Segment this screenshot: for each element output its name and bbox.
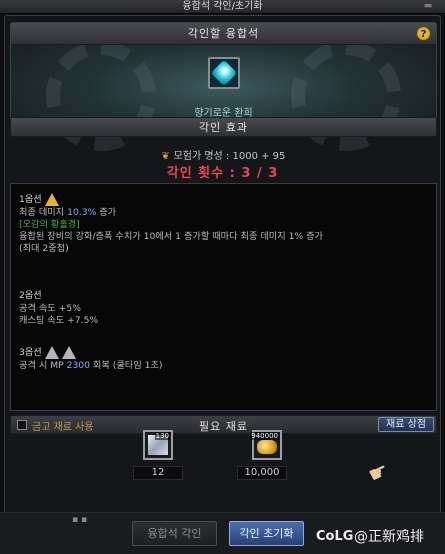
fusion-stone-slot[interactable] bbox=[208, 57, 240, 89]
materials-bar: 금고 재료 사용 필요 재료 재료 상점 bbox=[10, 415, 437, 434]
window-title: 융합석 각인/초기화 bbox=[182, 1, 263, 12]
fame-crest-icon: ❦ bbox=[161, 151, 170, 162]
gold-rank-icon bbox=[44, 193, 59, 206]
option-2-header: 2옵션 bbox=[19, 288, 428, 303]
material-2-count: 10,000 bbox=[237, 466, 287, 480]
option-1-title: 1옵션 bbox=[19, 193, 42, 205]
material-slot-1[interactable]: 130 bbox=[143, 430, 173, 460]
close-icon[interactable]: ▬ bbox=[421, 1, 435, 12]
material-slot-2[interactable]: 940000 bbox=[250, 430, 282, 460]
silver-rank-icon bbox=[61, 346, 76, 359]
reset-engrave-button[interactable]: 각인 초기화 bbox=[229, 521, 304, 546]
window-titlebar: 융합석 각인/초기화 ▬ bbox=[0, 0, 445, 14]
option-1-line3: 융합된 장비의 강화/증폭 수치가 10에서 1 증가할 때마다 최종 데미지 … bbox=[19, 231, 324, 242]
engrave-options: 1옵션 최종 데미지 10.3% 증가 [오감의 황홀경] 융합된 장비의 강화… bbox=[10, 183, 437, 411]
option-1-value: 10.3% bbox=[67, 207, 97, 218]
option-2-line1: 공격 속도 +5% bbox=[19, 303, 81, 314]
silver-rank-icon bbox=[44, 346, 59, 359]
option-2-line2: 캐스팅 속도 +7.5% bbox=[19, 315, 99, 326]
option-3-header: 3옵션 bbox=[19, 345, 428, 360]
fame-row: ❦ 모험가 명성 : 1000 + 95 bbox=[5, 147, 440, 162]
deco-icon: ▪ ▪ bbox=[72, 515, 88, 525]
watermark-user: @正新鸡排 bbox=[354, 529, 424, 545]
header-title: 각인할 융합석 bbox=[11, 23, 436, 45]
material-2-badge: 940000 bbox=[250, 432, 279, 440]
option-1-line1-prefix: 최종 데미지 bbox=[19, 207, 68, 218]
option-1-line1: 최종 데미지 10.3% 증가 bbox=[19, 207, 428, 219]
option-3-title: 3옵션 bbox=[19, 346, 42, 358]
fusion-stone-icon bbox=[210, 59, 238, 87]
fame-text: 모험가 명성 : 1000 + 95 bbox=[173, 151, 286, 162]
target-stone-header: 각인할 융합석 ? 향기로운 환희 bbox=[10, 22, 437, 151]
effect-section-title: 각인 효과 bbox=[10, 117, 437, 137]
watermark-brand: CoLG bbox=[316, 529, 354, 544]
material-1-badge: 130 bbox=[154, 432, 170, 440]
use-gold-checkbox[interactable] bbox=[17, 420, 27, 430]
engrave-count: 각인 횟수 : 3 / 3 bbox=[166, 166, 279, 181]
option-2-title: 2옵션 bbox=[19, 289, 42, 301]
option-3-line1-suffix: 회복 (쿨타임 1초) bbox=[89, 360, 163, 371]
option-1-set-name: [오감의 황홀경] bbox=[19, 219, 80, 230]
material-shop-button[interactable]: 재료 상점 bbox=[378, 417, 434, 432]
option-1-line4: (최대 2중첩) bbox=[19, 243, 69, 254]
help-icon[interactable]: ? bbox=[416, 26, 431, 41]
gold-coins-icon bbox=[257, 440, 277, 454]
option-1-header: 1옵션 bbox=[19, 192, 428, 207]
engrave-button[interactable]: 융합석 각인 bbox=[132, 521, 217, 546]
option-3-line1-prefix: 공격 시 MP bbox=[19, 360, 67, 371]
option-1-line1-suffix: 증가 bbox=[96, 207, 117, 218]
material-1-count: 12 bbox=[133, 466, 183, 480]
option-3-value: 2300 bbox=[66, 360, 90, 371]
option-3-line1: 공격 시 MP 2300 회복 (쿨타임 1초) bbox=[19, 360, 428, 372]
use-gold-label[interactable]: 금고 재료 사용 bbox=[32, 418, 94, 433]
